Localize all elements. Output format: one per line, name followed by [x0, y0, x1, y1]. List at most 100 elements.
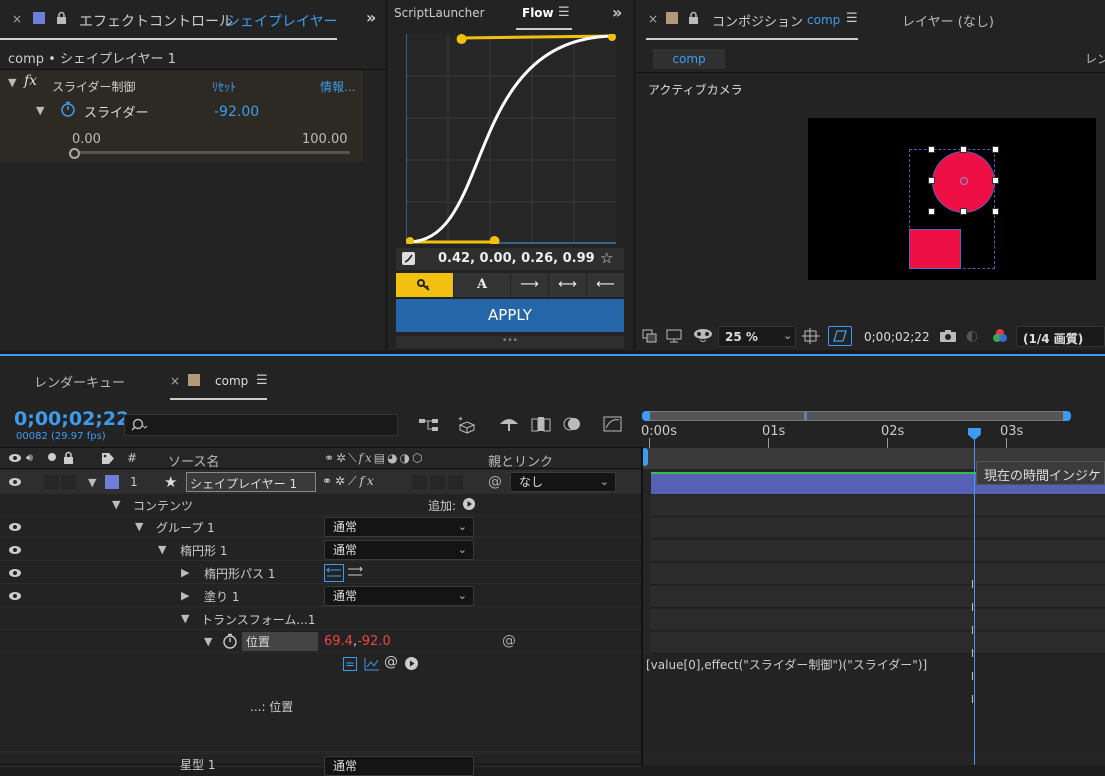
- lock-icon[interactable]: [56, 11, 67, 24]
- comp-subtab[interactable]: comp: [653, 49, 725, 69]
- add-play-icon[interactable]: [463, 498, 475, 510]
- key-tool-button[interactable]: [396, 273, 453, 297]
- apply-button[interactable]: APPLY: [396, 299, 624, 332]
- eye-column-icon[interactable]: [8, 453, 22, 463]
- region-of-interest-icon[interactable]: [802, 328, 820, 344]
- mask-icon[interactable]: [692, 328, 714, 342]
- switch-cell[interactable]: [412, 475, 427, 489]
- motion-blur-icon[interactable]: [562, 415, 584, 433]
- arrow-left-button[interactable]: ⟵: [587, 273, 624, 297]
- flow-resize-handle[interactable]: •••: [396, 336, 624, 348]
- zoom-select[interactable]: 25 % ⌄: [718, 326, 796, 347]
- tab-render-queue[interactable]: レンダーキュー: [34, 372, 125, 391]
- parent-link-header[interactable]: 親とリンク: [488, 451, 553, 470]
- tab-script-launcher[interactable]: ScriptLauncher: [394, 6, 485, 20]
- expand-toggle[interactable]: ▼: [112, 498, 120, 511]
- expand-toggle[interactable]: ▼: [158, 543, 166, 556]
- curve-values-text[interactable]: 0.42, 0.00, 0.26, 0.99: [438, 251, 595, 266]
- channel-rgb-icon[interactable]: [992, 328, 1008, 344]
- param-expand-toggle[interactable]: ▼: [36, 104, 44, 117]
- eye-icon[interactable]: [8, 545, 22, 555]
- blend-mode-select[interactable]: 通常: [324, 756, 474, 776]
- effect-panel-layer[interactable]: シェイプレイヤー 1: [226, 11, 336, 31]
- eye-icon[interactable]: [8, 522, 22, 532]
- graph-editor-icon[interactable]: [602, 415, 624, 433]
- bezier-handle-2[interactable]: [456, 34, 467, 45]
- bottom-row[interactable]: 星型 1 通常: [0, 753, 642, 776]
- comp-tab-label[interactable]: コンポジション: [712, 11, 803, 30]
- slider-param-value[interactable]: -92.00: [214, 104, 259, 120]
- solo-column-icon[interactable]: [48, 453, 56, 461]
- layer-expand-toggle[interactable]: ▼: [88, 476, 96, 489]
- expand-toggle[interactable]: ▶: [181, 566, 189, 579]
- transform-handle[interactable]: [960, 146, 967, 153]
- close-icon[interactable]: ×: [170, 374, 180, 388]
- red-rectangle-shape[interactable]: [909, 229, 961, 269]
- lock-icon[interactable]: [688, 11, 699, 24]
- tab-flow[interactable]: Flow: [522, 6, 554, 20]
- stopwatch-icon[interactable]: [222, 633, 238, 649]
- anchor-point-icon[interactable]: [960, 177, 968, 185]
- expression-enable-icon[interactable]: =: [343, 657, 357, 671]
- expand-toggle[interactable]: ▼: [135, 520, 143, 533]
- group-row[interactable]: ▼ グループ 1 通常 ⌄: [0, 516, 642, 538]
- slider-track[interactable]: [74, 151, 350, 154]
- current-timecode[interactable]: 0;00;02;22: [14, 408, 129, 430]
- arrow-both-button[interactable]: ⟷: [549, 273, 586, 297]
- eye-icon[interactable]: [8, 568, 22, 578]
- add-label[interactable]: 追加:: [428, 497, 456, 514]
- slider-thumb[interactable]: [69, 148, 80, 159]
- contents-row[interactable]: ▼ コンテンツ 追加:: [0, 494, 642, 516]
- comp-viewer[interactable]: [808, 118, 1096, 280]
- curve-preview-icon[interactable]: [402, 252, 415, 265]
- transform-handle[interactable]: [960, 208, 967, 215]
- bezier-curve-graph[interactable]: [406, 34, 616, 244]
- work-area-start[interactable]: [642, 411, 650, 421]
- monitor-icon[interactable]: [666, 329, 682, 343]
- eye-icon[interactable]: [8, 477, 22, 487]
- position-label-field[interactable]: 位置: [242, 632, 318, 651]
- source-name-header[interactable]: ソース名: [168, 451, 219, 470]
- star-icon[interactable]: ☆: [600, 249, 613, 267]
- layer-row[interactable]: ▼ 1 ★ シェイプレイヤー 1 ⚭✲⟋fx @ なし ⌄: [0, 470, 642, 494]
- solo-switch[interactable]: [61, 475, 76, 489]
- layer-color-label[interactable]: [105, 475, 119, 489]
- ellipse-path-row[interactable]: ▶ 楕円形パス 1: [0, 562, 642, 584]
- path-direction-icon[interactable]: [324, 564, 344, 582]
- flow-menu-icon[interactable]: ☰: [558, 5, 570, 20]
- frame-blending-icon[interactable]: [530, 415, 552, 433]
- comp-menu-icon[interactable]: ☰: [846, 11, 858, 26]
- fx-icon[interactable]: fx: [24, 73, 37, 89]
- transform-handle[interactable]: [992, 177, 999, 184]
- bezier-handle-1[interactable]: [489, 236, 500, 244]
- switch-cell[interactable]: [448, 475, 463, 489]
- shy-layers-icon[interactable]: [498, 415, 520, 433]
- blend-mode-select[interactable]: 通常 ⌄: [324, 540, 474, 560]
- switch-cell[interactable]: [430, 475, 445, 489]
- label-tag-icon[interactable]: [101, 452, 115, 465]
- text-tool-button[interactable]: A: [454, 273, 510, 297]
- transform-handle[interactable]: [928, 208, 935, 215]
- transform-handle[interactable]: [992, 208, 999, 215]
- transform-handle[interactable]: [992, 146, 999, 153]
- transform-row[interactable]: ▼ トランスフォーム...1: [0, 608, 642, 630]
- switches-cells[interactable]: ⚭✲⟋fx: [322, 474, 377, 489]
- expression-pickwhip-icon[interactable]: @: [384, 654, 398, 670]
- layer-tab[interactable]: レイヤー (なし): [902, 11, 994, 30]
- expand-toggle[interactable]: ▼: [204, 635, 212, 648]
- expression-language-icon[interactable]: [405, 657, 418, 670]
- transform-handle[interactable]: [928, 177, 935, 184]
- arrow-right-button[interactable]: ⟶: [511, 273, 548, 297]
- panel-overflow-icon[interactable]: »: [366, 8, 376, 27]
- tab-comp[interactable]: comp: [215, 374, 248, 388]
- fill-row[interactable]: ▶ 塗り 1 通常 ⌄: [0, 585, 642, 607]
- reset-link[interactable]: ﾘｾｯﾄ: [212, 78, 236, 95]
- expression-field[interactable]: [value[0],effect("スライダー制御")("スライダー")]: [643, 654, 1105, 752]
- parent-select[interactable]: なし ⌄: [510, 472, 616, 492]
- layer-name-field[interactable]: シェイプレイヤー 1: [186, 472, 316, 492]
- close-icon[interactable]: ×: [12, 12, 22, 26]
- path-direction-alt-icon[interactable]: [346, 564, 366, 582]
- timeline-ruler[interactable]: 0:00s 01s 02s 03s: [641, 408, 1105, 469]
- ellipse-row[interactable]: ▼ 楕円形 1 通常 ⌄: [0, 539, 642, 561]
- expand-toggle[interactable]: ▼: [181, 612, 189, 625]
